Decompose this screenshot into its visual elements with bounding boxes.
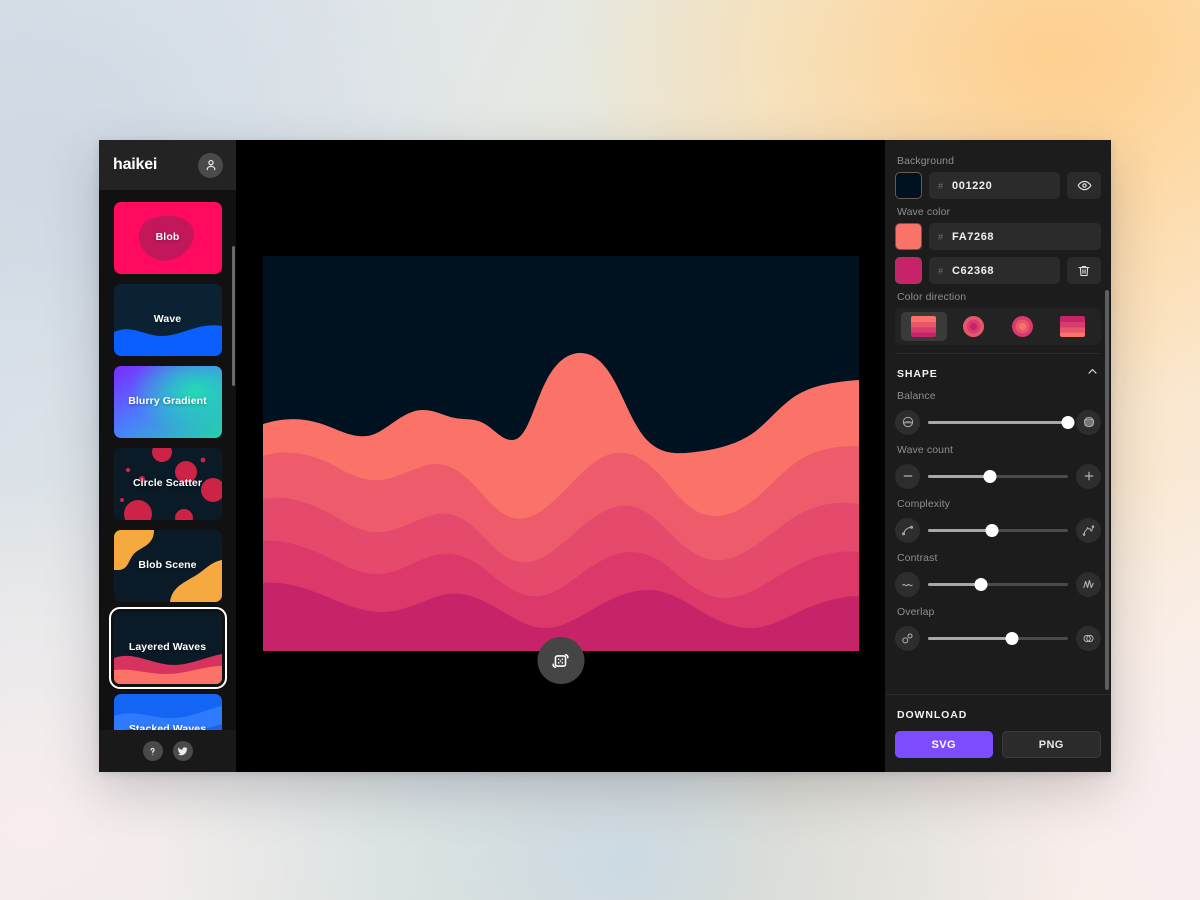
download-buttons: SVG PNG [895,731,1101,758]
arc-high-icon[interactable] [1076,409,1101,435]
low-contrast-wave-icon[interactable] [895,571,920,597]
background-label: Background [897,155,955,167]
panel-scroll-region[interactable]: Background # 001220 Wave color # FA7268 … [885,140,1111,694]
wave-color-label: Wave color [897,206,951,218]
simple-curve-icon[interactable] [895,517,920,543]
separate-circles-icon[interactable] [895,625,920,651]
preset-item-wave[interactable]: Wave [113,284,222,356]
panel-scrollbar[interactable] [1105,290,1109,690]
complex-curve-icon[interactable] [1076,517,1101,543]
download-section-title: DOWNLOAD [897,709,968,721]
sidebar-scrollbar[interactable] [232,246,235,386]
preset-item-blob-scene[interactable]: Blob Scene [113,530,222,602]
minus-icon[interactable] [895,463,920,489]
haikei-app-window: haikei Blob Wave Blurry Gradient Circle … [99,140,1111,772]
wave-color-swatch-1[interactable] [895,223,922,250]
preset-item-blob[interactable]: Blob [113,202,222,274]
hash-symbol: # [938,231,944,242]
balance-slider-track[interactable] [928,410,1075,435]
download-section: DOWNLOAD SVG PNG [885,694,1111,772]
app-logo: haikei [113,156,158,173]
overlap-slider-thumb[interactable] [1005,631,1019,645]
preset-item-layered-waves[interactable]: Layered Waves [108,607,227,689]
overlap-slider-track[interactable] [928,626,1068,651]
randomize-button[interactable] [537,637,584,684]
radial-gradient-out-icon[interactable] [1000,312,1046,341]
preset-list[interactable]: Blob Wave Blurry Gradient Circle Scatter… [99,190,236,730]
background-color-row: # 001220 [895,172,1101,199]
background-hex-value: 001220 [952,179,993,192]
wave-color-hex-value-1: FA7268 [952,230,995,243]
radial-gradient-in-icon[interactable] [951,312,997,341]
preset-label: Blob Scene [138,559,197,572]
color-direction-group [895,308,1101,345]
high-contrast-wave-icon[interactable] [1076,571,1101,597]
plus-icon[interactable] [1076,463,1101,489]
color-direction-label: Color direction [897,291,967,303]
sidebar-header: haikei [99,140,236,190]
shape-section-header[interactable]: SHAPE [895,365,1101,383]
sidebar-footer [99,730,236,772]
preset-label: Wave [153,313,182,326]
properties-panel: Background # 001220 Wave color # FA7268 … [885,140,1111,772]
preset-label: Circle Scatter [132,477,203,490]
trash-delete-icon[interactable] [1067,257,1101,284]
preset-item-circle-scatter[interactable]: Circle Scatter [113,448,222,520]
preset-label: Blurry Gradient [128,395,207,408]
sidebar: haikei Blob Wave Blurry Gradient Circle … [99,140,236,772]
complexity-slider-thumb[interactable] [985,523,999,537]
wave-count-slider-row [895,461,1101,491]
contrast-slider-row [895,569,1101,599]
wave-color-hex-input-2[interactable]: # C62368 [929,257,1060,284]
wave-count-slider-track[interactable] [928,464,1068,489]
hash-symbol: # [938,180,944,191]
complexity-slider-track[interactable] [928,518,1068,543]
contrast-slider-track[interactable] [928,572,1068,597]
overlap-slider-row [895,623,1101,653]
complexity-label: Complexity [897,498,950,510]
balance-slider-row [895,407,1101,437]
eye-visibility-icon[interactable] [1067,172,1101,199]
preset-label: Stacked Waves [128,723,207,730]
wave-color-row-2: # C62368 [895,257,1101,284]
balance-label: Balance [897,390,936,402]
twitter-bird-icon[interactable] [172,741,193,761]
wave-color-hex-input-1[interactable]: # FA7268 [929,223,1101,250]
download-png-button[interactable]: PNG [1001,731,1101,758]
question-mark-icon[interactable] [142,741,163,761]
wave-count-label: Wave count [897,444,954,456]
balance-slider-thumb[interactable] [1061,415,1075,429]
preset-label: Layered Waves [128,641,207,654]
overlap-label: Overlap [897,606,935,618]
linear-gradient-up-icon[interactable] [1050,312,1096,341]
overlapping-circles-icon[interactable] [1076,625,1101,651]
canvas-area [236,140,885,772]
wave-color-hex-value-2: C62368 [952,264,995,277]
wave-color-row-1: # FA7268 [895,223,1101,250]
shape-section-title: SHAPE [897,368,938,380]
contrast-slider-thumb[interactable] [974,577,988,591]
download-svg-button[interactable]: SVG [895,731,993,758]
artboard-preview[interactable] [262,256,859,651]
chevron-up-icon[interactable] [1086,365,1099,383]
hash-symbol: # [938,265,944,276]
preset-label: Blob [155,231,180,244]
background-hex-input[interactable]: # 001220 [929,172,1060,199]
linear-gradient-down-icon[interactable] [901,312,947,341]
background-color-swatch[interactable] [895,172,922,199]
arc-low-icon[interactable] [895,409,920,435]
shape-section: SHAPE Balance Wave count Complexity Cont… [895,353,1101,653]
preset-item-blurry-gradient[interactable]: Blurry Gradient [113,366,222,438]
contrast-label: Contrast [897,552,938,564]
complexity-slider-row [895,515,1101,545]
wave-color-swatch-2[interactable] [895,257,922,284]
user-avatar-icon[interactable] [198,152,223,178]
preset-item-stacked-waves[interactable]: Stacked Waves [113,694,222,730]
wave-count-slider-thumb[interactable] [983,469,997,483]
